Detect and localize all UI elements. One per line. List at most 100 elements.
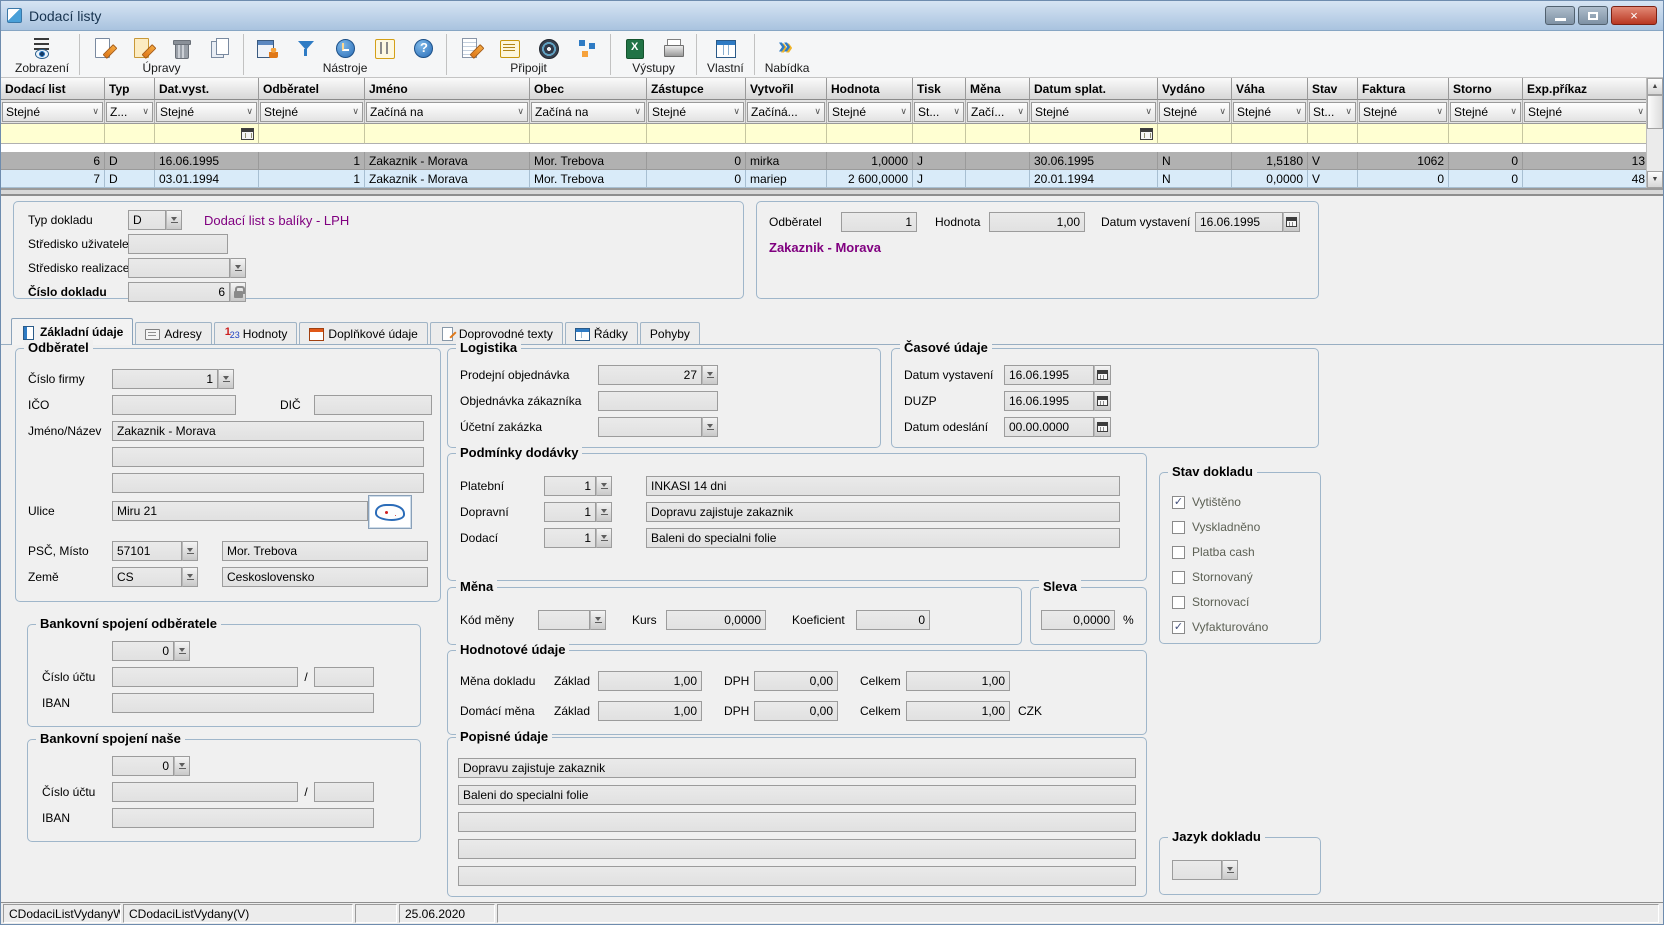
grid-filter-input-cell[interactable] [1030, 124, 1158, 144]
unchecked-checkbox-icon[interactable] [1172, 596, 1185, 609]
grid-filter-input-cell[interactable] [365, 124, 530, 144]
grid-cell[interactable]: 7 [1, 170, 105, 188]
scrollbar-thumb[interactable] [1647, 95, 1663, 129]
datum-vystaveni-calendar-button[interactable] [1094, 365, 1111, 385]
grid-filter-input-cell[interactable] [827, 124, 913, 144]
ico-field[interactable] [112, 395, 236, 415]
unchecked-checkbox-icon[interactable] [1172, 571, 1185, 584]
cislo-firmy-dropdown-button[interactable] [218, 369, 234, 389]
grid-cell[interactable]: 13 [1523, 152, 1650, 170]
grid-cell[interactable]: 2 600,0000 [827, 170, 913, 188]
grid-filter-dropdown-vytvoril[interactable]: Začíná...∨ [747, 102, 825, 122]
grid-cell[interactable]: D [105, 170, 155, 188]
popisne-field-3[interactable] [458, 812, 1136, 832]
grid-cell[interactable]: Mor. Trebova [530, 152, 647, 170]
detail-datum-vystaveni-field[interactable]: 16.06.1995 [1195, 212, 1283, 232]
grid-filter-dropdown-datum-splat[interactable]: Stejné∨ [1031, 102, 1156, 122]
map-button[interactable] [368, 495, 412, 529]
jmeno-field-3[interactable] [112, 473, 424, 493]
psc-dropdown-button[interactable] [182, 541, 198, 561]
kod-meny-field[interactable] [538, 610, 590, 630]
grid-column-header-zastupce[interactable]: Zástupce [647, 78, 746, 100]
stredisko-realizace-field[interactable] [128, 258, 230, 278]
koeficient-field[interactable]: 0 [856, 610, 930, 630]
grid-row[interactable]: 6D16.06.19951Zakaznik - MoravaMor. Trebo… [1, 152, 1650, 170]
grid-cell[interactable]: V [1308, 152, 1358, 170]
grid-filter-dropdown-stav[interactable]: St...∨ [1309, 102, 1356, 122]
checked-checkbox-icon[interactable] [1172, 621, 1185, 634]
dodaci-dropdown-button[interactable] [596, 528, 612, 548]
grid-filter-dropdown-vaha[interactable]: Stejné∨ [1233, 102, 1306, 122]
grid-cell[interactable]: Mor. Trebova [530, 170, 647, 188]
ulice-field[interactable]: Miru 21 [112, 501, 368, 521]
dopravni-code-field[interactable]: 1 [544, 502, 596, 522]
grid-filter-dropdown-vydano[interactable]: Stejné∨ [1159, 102, 1230, 122]
grid-column-header-dat-vyst[interactable]: Dat.vyst. [155, 78, 259, 100]
datum-odeslani-calendar-button[interactable] [1094, 417, 1111, 437]
zeme-name-field[interactable]: Ceskoslovensko [222, 567, 428, 587]
toolbar-button-attach-list[interactable] [496, 35, 522, 61]
grid-filter-input-cell[interactable] [966, 124, 1030, 144]
grid-cell[interactable]: N [1158, 152, 1232, 170]
grid-row[interactable]: 7D03.01.19941Zakaznik - MoravaMor. Trebo… [1, 170, 1650, 188]
toolbar-button-refresh-clock[interactable] [332, 35, 358, 61]
platebni-code-field[interactable]: 1 [544, 476, 596, 496]
grid-filter-input-cell[interactable] [530, 124, 647, 144]
tab-pohyby[interactable]: Pohyby [640, 322, 700, 344]
toolbar-button-help[interactable] [410, 35, 436, 61]
unchecked-checkbox-icon[interactable] [1172, 521, 1185, 534]
checkbox-vytisteno[interactable]: Vytištěno [1172, 495, 1241, 509]
toolbar-button-edit-doc[interactable] [129, 35, 155, 61]
dopravni-dropdown-button[interactable] [596, 502, 612, 522]
kurs-field[interactable]: 0,0000 [666, 610, 766, 630]
grid-cell[interactable]: 0 [1449, 152, 1523, 170]
grid-filter-dropdown-obec[interactable]: Začíná na∨ [531, 102, 645, 122]
grid-cell[interactable]: Zakaznik - Morava [365, 152, 530, 170]
grid-column-header-stav[interactable]: Stav [1308, 78, 1358, 100]
grid-cell[interactable]: 03.01.1994 [155, 170, 259, 188]
datum-odeslani-field[interactable]: 00.00.0000 [1004, 417, 1094, 437]
tab-doplnkove-udaje[interactable]: Doplňkové údaje [299, 322, 427, 344]
bank-nase-poradi-field[interactable]: 0 [112, 756, 174, 776]
grid-cell[interactable]: J [913, 152, 966, 170]
prodejni-objednavka-field[interactable]: 27 [598, 365, 702, 385]
checkbox-vyfakturovano[interactable]: Vyfakturováno [1172, 620, 1268, 634]
grid-cell[interactable]: 0 [1358, 170, 1449, 188]
bank-nase-kod-banky-field[interactable] [314, 782, 374, 802]
toolbar-button-excel-export[interactable] [621, 35, 647, 61]
bank-nase-iban-field[interactable] [112, 808, 374, 828]
grid-cell[interactable]: 6 [1, 152, 105, 170]
toolbar-button-filter-funnel[interactable] [293, 35, 319, 61]
grid-filter-input-cell[interactable] [1308, 124, 1358, 144]
grid-column-header-dodaci-list[interactable]: Dodací list [1, 78, 105, 100]
duzp-calendar-button[interactable] [1094, 391, 1111, 411]
zeme-dropdown-button[interactable] [182, 567, 198, 587]
toolbar-button-table-tools[interactable] [254, 35, 280, 61]
checkbox-platba-cash[interactable]: Platba cash [1172, 545, 1255, 559]
grid-column-header-typ[interactable]: Typ [105, 78, 155, 100]
grid-cell[interactable]: N [1158, 170, 1232, 188]
grid-cell[interactable]: J [913, 170, 966, 188]
objednavka-zakaznika-field[interactable] [598, 391, 718, 411]
grid-filter-input-cell[interactable] [1232, 124, 1308, 144]
grid-cell[interactable]: D [105, 152, 155, 170]
toolbar-button-settings-sliders[interactable] [371, 35, 397, 61]
grid-filter-dropdown-mena[interactable]: Začí...∨ [967, 102, 1028, 122]
grid-cell[interactable]: mariep [746, 170, 827, 188]
typ-dokladu-dropdown-button[interactable] [166, 210, 182, 230]
jmeno-field[interactable]: Zakaznik - Morava [112, 421, 424, 441]
psc-field[interactable]: 57101 [112, 541, 182, 561]
zeme-code-field[interactable]: CS [112, 567, 182, 587]
checkbox-vyskladneno[interactable]: Vyskladněno [1172, 520, 1260, 534]
unchecked-checkbox-icon[interactable] [1172, 546, 1185, 559]
grid-filter-dropdown-zastupce[interactable]: Stejné∨ [648, 102, 744, 122]
grid-filter-input-cell[interactable] [155, 124, 259, 144]
jmeno-field-2[interactable] [112, 447, 424, 467]
detail-odberatel-field[interactable]: 1 [841, 212, 917, 232]
grid-filter-dropdown-hodnota[interactable]: Stejné∨ [828, 102, 911, 122]
cislo-firmy-field[interactable]: 1 [112, 369, 218, 389]
tab-adresy[interactable]: Adresy [135, 322, 211, 344]
toolbar-button-menu-chevrons[interactable] [774, 35, 800, 61]
dopravni-text-field[interactable]: Dopravu zajistuje zakaznik [646, 502, 1120, 522]
bank-odb-ucet-field[interactable] [112, 667, 298, 687]
